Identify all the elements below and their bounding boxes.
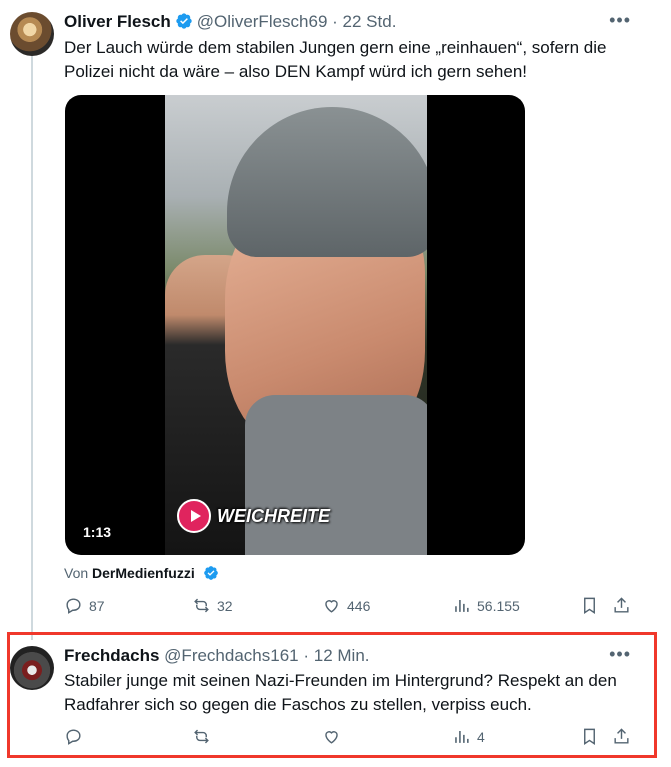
repost-icon <box>194 598 209 613</box>
tweet-main[interactable]: Oliver Flesch @OliverFlesch69 · 22 Std. •… <box>0 0 671 640</box>
share-button[interactable] <box>612 596 631 615</box>
media-source: Von DerMedienfuzzi <box>64 565 223 584</box>
source-prefix: Von <box>64 565 89 581</box>
video-watermark: WEICHREITE <box>177 499 330 533</box>
source-account[interactable]: DerMedienfuzzi <box>92 565 195 581</box>
like-button[interactable]: 446 <box>322 596 370 615</box>
views-count: 56.155 <box>477 597 520 614</box>
verified-badge-icon <box>203 565 219 584</box>
video-player[interactable]: WEICHREITE 1:13 <box>65 95 525 555</box>
more-icon[interactable]: ••• <box>609 10 631 31</box>
video-frame <box>165 95 427 555</box>
tweet-text: Der Lauch würde dem stabilen Jungen gern… <box>64 38 607 81</box>
highlight-box <box>7 632 657 758</box>
views-button[interactable]: 56.155 <box>452 596 520 615</box>
repost-count: 32 <box>217 597 233 614</box>
reply-button[interactable]: 87 <box>64 596 105 615</box>
tweet-header: Oliver Flesch @OliverFlesch69 · 22 Std. <box>64 11 396 36</box>
like-count: 446 <box>347 597 371 614</box>
tweet-time[interactable]: · 22 Std. <box>332 12 396 31</box>
play-icon <box>177 499 211 533</box>
watermark-text: WEICHREITE <box>217 505 331 526</box>
repost-button[interactable]: 32 <box>192 596 233 615</box>
views-icon <box>455 599 469 612</box>
share-icon <box>614 597 629 613</box>
author-name[interactable]: Oliver Flesch <box>64 12 171 31</box>
bookmark-button[interactable] <box>580 596 599 615</box>
author-handle[interactable]: @OliverFlesch69 <box>197 12 328 31</box>
thread-line <box>31 56 33 640</box>
video-duration: 1:13 <box>75 521 120 543</box>
verified-badge-icon <box>175 12 193 36</box>
like-icon <box>325 600 338 613</box>
tweet-actions: 87 32 446 56.155 <box>64 596 644 620</box>
bookmark-icon <box>584 597 595 614</box>
avatar-oliver-flesch[interactable] <box>10 12 54 56</box>
reply-icon <box>66 598 81 614</box>
reply-count: 87 <box>89 597 105 614</box>
video-helmet <box>227 107 427 257</box>
